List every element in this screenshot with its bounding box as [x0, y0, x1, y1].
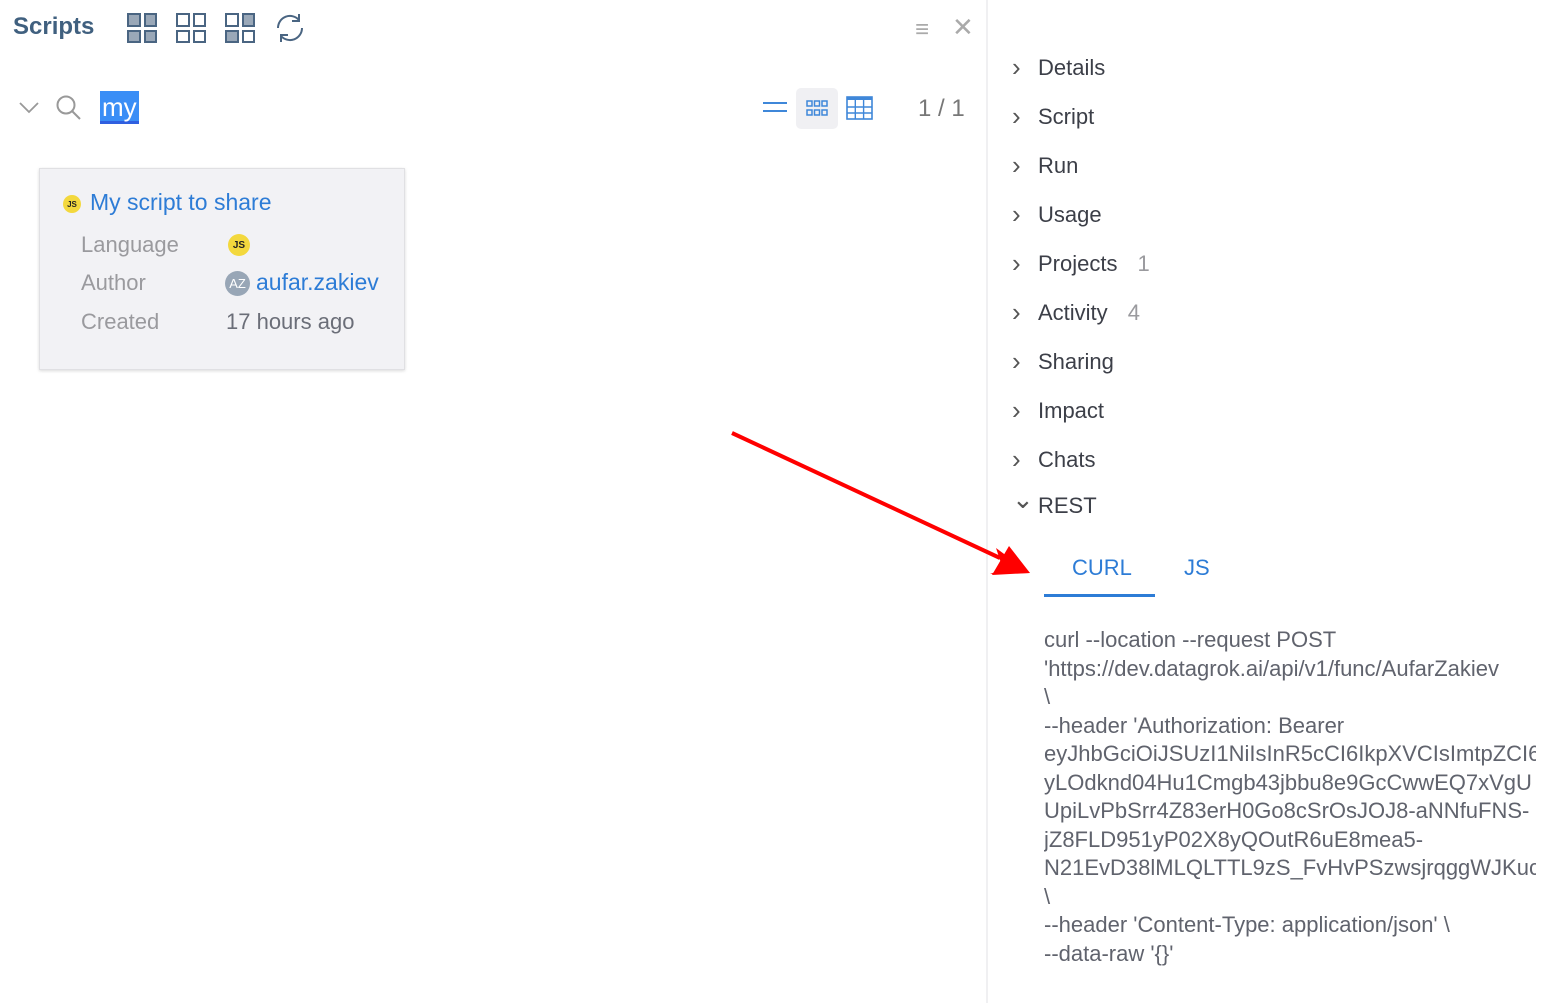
accordion-usage[interactable]: › Usage [1012, 199, 1102, 230]
avatar: AZ [225, 271, 250, 296]
chevron-right-icon: › [1012, 346, 1021, 376]
accordion-projects[interactable]: › Projects 1 [1012, 248, 1150, 279]
refresh-icon[interactable] [274, 12, 306, 44]
created-label: Created [81, 309, 160, 334]
grid-filled-icon[interactable] [127, 13, 157, 43]
language-badge: JS [228, 234, 250, 256]
tab-js[interactable]: JS [1184, 555, 1210, 581]
accordion-label: Usage [1038, 201, 1102, 227]
chevron-right-icon: › [1012, 248, 1021, 278]
created-value: 17 hours ago [226, 309, 355, 334]
code-line: \ [1044, 684, 1051, 709]
code-line: yLOdknd04Hu1Cmgb43jbbu8e9GcCwwEQ7xVgU [1044, 769, 1532, 795]
accordion-count: 1 [1137, 250, 1150, 276]
chevron-right-icon: › [1012, 150, 1021, 180]
close-icon[interactable]: ✕ [952, 12, 974, 43]
search-icon [56, 95, 81, 120]
grid-outline-icon[interactable] [176, 13, 206, 43]
accordion-chats[interactable]: › Chats [1012, 444, 1095, 475]
accordion-label: Activity [1038, 299, 1108, 325]
table-view-icon[interactable] [846, 96, 873, 120]
accordion-sharing[interactable]: › Sharing [1012, 346, 1114, 377]
code-line: UpiLvPbSrr4Z83erH0Go8cSrOsJOJ8-aNNfuFNS- [1044, 798, 1530, 823]
accordion-label: Chats [1038, 446, 1096, 472]
code-line: curl --location --request POST [1044, 627, 1337, 652]
script-title-link[interactable]: My script to share [90, 189, 272, 216]
chevron-right-icon: › [1012, 101, 1021, 131]
code-line: N21EvD38lMLQLTTL9zS_FvHvPSzwsjrqggWJKuc [1044, 855, 1536, 880]
language-label: Language [81, 232, 179, 257]
grid-mixed-icon[interactable] [225, 13, 255, 43]
code-line: \ [1044, 883, 1051, 909]
curl-code: curl --location --request POST 'https://d… [1044, 626, 1536, 968]
accordion-rest[interactable]: ⌄ REST [1012, 484, 1097, 519]
code-line: eyJhbGciOiJSUzI1NiIsInR5cCI6IkpXVCIsImtp… [1044, 741, 1536, 766]
code-line: jZ8FLD951yP02X8yQOutR6uE8mea5- [1044, 826, 1424, 852]
hamburger-icon[interactable]: ≡ [915, 16, 929, 44]
accordion-label: Run [1038, 152, 1079, 178]
author-link[interactable]: aufar.zakiev [256, 269, 379, 296]
author-label: Author [81, 270, 146, 295]
accordion-label: Impact [1038, 397, 1105, 423]
chevron-right-icon: › [1012, 199, 1021, 229]
chevron-right-icon: › [1012, 444, 1021, 474]
panel-divider [986, 0, 988, 1003]
pager: 1 / 1 [918, 95, 965, 122]
accordion-run[interactable]: › Run [1012, 150, 1078, 181]
code-line: --header 'Authorization: Bearer [1044, 712, 1345, 738]
accordion-label: Sharing [1038, 348, 1114, 374]
card-view-icon [806, 100, 828, 116]
accordion-label: Projects [1038, 250, 1118, 276]
code-line: 'https://dev.datagrok.ai/api/v1/func/Auf… [1044, 655, 1500, 681]
active-tab-indicator [1044, 594, 1155, 597]
accordion-impact[interactable]: › Impact [1012, 395, 1104, 426]
script-card[interactable]: JS My script to share Language JS Author… [39, 168, 405, 370]
chevron-down-icon: ⌄ [1012, 483, 1034, 514]
chevron-right-icon: › [1012, 297, 1021, 327]
accordion-label: Details [1038, 54, 1106, 80]
code-line: --header 'Content-Type: application/json… [1044, 912, 1450, 937]
chevron-right-icon: › [1012, 52, 1021, 82]
search-input[interactable]: my [100, 91, 139, 124]
accordion-label: REST [1038, 493, 1097, 518]
accordion-details[interactable]: › Details [1012, 52, 1105, 83]
accordion-script[interactable]: › Script [1012, 101, 1094, 132]
accordion-count: 4 [1127, 299, 1140, 325]
accordion-activity[interactable]: › Activity 4 [1012, 297, 1140, 328]
chevron-right-icon: › [1012, 395, 1021, 425]
list-view-icon[interactable] [763, 100, 787, 114]
chevron-down-icon[interactable] [18, 99, 40, 115]
accordion-label: Script [1038, 103, 1095, 129]
tab-curl[interactable]: CURL [1072, 555, 1132, 581]
card-view-button[interactable] [796, 88, 838, 129]
code-line: --data-raw '{}' [1044, 940, 1174, 966]
page-title: Scripts [13, 13, 95, 40]
js-language-icon: JS [63, 195, 81, 213]
